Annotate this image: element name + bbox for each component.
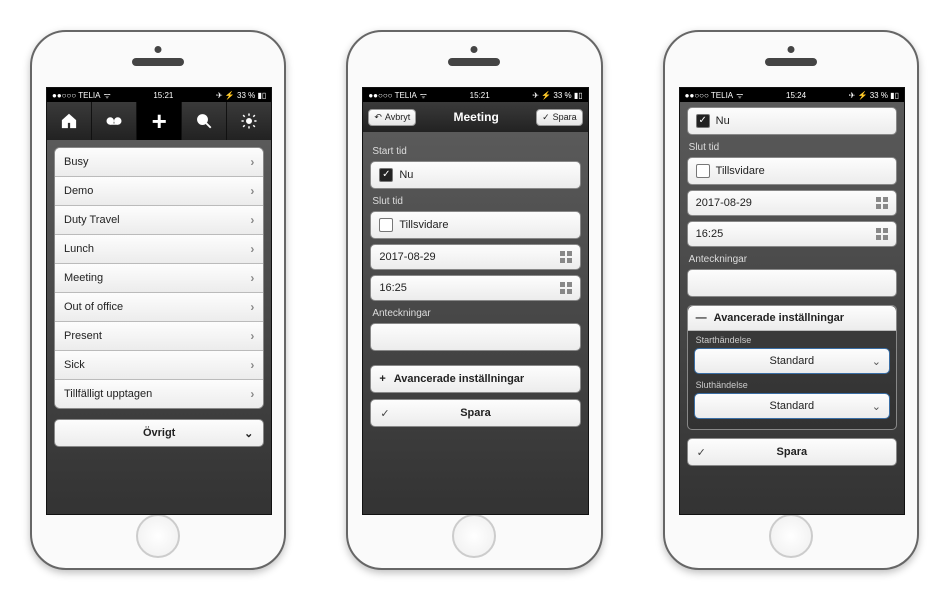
list-item[interactable]: Lunch›: [55, 235, 263, 264]
calendar-grid-icon: [876, 197, 888, 209]
list-item[interactable]: Demo›: [55, 177, 263, 206]
date-field[interactable]: 2017-08-29: [687, 190, 897, 216]
calendar-grid-icon: [560, 251, 572, 263]
checkbox-icon: [379, 218, 393, 232]
list-item[interactable]: Out of office›: [55, 293, 263, 322]
home-button[interactable]: [452, 514, 496, 558]
time-field[interactable]: 16:25: [687, 221, 897, 247]
home-button[interactable]: [769, 514, 813, 558]
calendar-grid-icon: [560, 282, 572, 294]
end-event-select[interactable]: Standard ⌄: [694, 393, 890, 419]
nav-bar: ↶Avbryt Meeting ✓Spara: [363, 102, 587, 132]
date-field[interactable]: 2017-08-29: [370, 244, 580, 270]
tab-search[interactable]: [182, 102, 227, 140]
tab-voicemail[interactable]: [92, 102, 137, 140]
check-icon: ✓: [697, 446, 706, 459]
save-button[interactable]: ✓ Spara: [370, 399, 580, 427]
plus-icon: +: [379, 373, 385, 385]
notes-label: Anteckningar: [372, 308, 578, 319]
chevron-down-icon: ⌄: [244, 427, 253, 440]
home-button[interactable]: [136, 514, 180, 558]
check-icon: ✓: [380, 407, 389, 420]
check-icon: ✓: [542, 112, 550, 123]
gear-icon: [240, 112, 258, 130]
phone-mockup-2: ●●○○○ TELIAᯤ 15:21 ✈ ⚡ 33 % ▮▯ ↶Avbryt M…: [346, 30, 602, 570]
status-bar: ●●○○○ TELIAᯤ 15:21 ✈ ⚡ 33 % ▮▯: [363, 88, 587, 102]
voicemail-icon: [105, 112, 123, 130]
start-event-label: Starthändelse: [696, 335, 888, 345]
checkbox-icon: ✓: [696, 114, 710, 128]
chevron-down-icon: ⌄: [872, 400, 881, 413]
end-event-label: Sluthändelse: [696, 380, 888, 390]
until-further-row[interactable]: Tillsvidare: [687, 157, 897, 185]
save-button-top[interactable]: ✓Spara: [536, 109, 583, 126]
advanced-toggle[interactable]: — Avancerade inställningar: [688, 306, 896, 331]
chevron-right-icon: ›: [250, 242, 254, 256]
phone-mockup-1: ●●○○○ TELIAᯤ 15:21 ✈ ⚡ 33 % ▮▯ + Busy› D…: [30, 30, 286, 570]
advanced-settings-panel: — Avancerade inställningar Starthändelse…: [687, 305, 897, 430]
calendar-grid-icon: [876, 228, 888, 240]
chevron-right-icon: ›: [250, 271, 254, 285]
page-title: Meeting: [453, 110, 498, 124]
other-dropdown[interactable]: Övrigt ⌄: [54, 419, 264, 447]
cancel-button[interactable]: ↶Avbryt: [368, 109, 416, 126]
list-item[interactable]: Duty Travel›: [55, 206, 263, 235]
chevron-right-icon: ›: [250, 358, 254, 372]
chevron-right-icon: ›: [250, 329, 254, 343]
minus-icon: —: [696, 312, 707, 324]
tab-settings[interactable]: [227, 102, 271, 140]
chevron-right-icon: ›: [250, 387, 254, 401]
plus-icon: +: [152, 108, 167, 134]
start-event-select[interactable]: Standard ⌄: [694, 348, 890, 374]
checkbox-icon: ✓: [379, 168, 393, 182]
activity-list: Busy› Demo› Duty Travel› Lunch› Meeting›…: [54, 147, 264, 409]
undo-icon: ↶: [374, 112, 382, 123]
status-bar: ●●○○○ TELIAᯤ 15:24 ✈ ⚡ 33 % ▮▯: [680, 88, 904, 102]
tab-add[interactable]: +: [137, 102, 182, 140]
chevron-right-icon: ›: [250, 213, 254, 227]
list-item[interactable]: Tillfälligt upptagen›: [55, 380, 263, 408]
time-field[interactable]: 16:25: [370, 275, 580, 301]
end-time-label: Slut tid: [689, 142, 895, 153]
phone-mockup-3: ●●○○○ TELIAᯤ 15:24 ✈ ⚡ 33 % ▮▯ ✓ Nu Slut…: [663, 30, 919, 570]
chevron-right-icon: ›: [250, 184, 254, 198]
until-further-row[interactable]: Tillsvidare: [370, 211, 580, 239]
start-time-label: Start tid: [372, 146, 578, 157]
now-checkbox-row[interactable]: ✓ Nu: [370, 161, 580, 189]
list-item[interactable]: Busy›: [55, 148, 263, 177]
chevron-right-icon: ›: [250, 300, 254, 314]
notes-input[interactable]: [687, 269, 897, 297]
notes-label: Anteckningar: [689, 254, 895, 265]
status-time: 15:24: [786, 91, 806, 100]
home-icon: [60, 112, 78, 130]
advanced-toggle[interactable]: + Avancerade inställningar: [370, 365, 580, 393]
now-checkbox-row[interactable]: ✓ Nu: [687, 107, 897, 135]
save-button[interactable]: ✓ Spara: [687, 438, 897, 466]
top-toolbar: +: [47, 102, 271, 140]
end-time-label: Slut tid: [372, 196, 578, 207]
status-bar: ●●○○○ TELIAᯤ 15:21 ✈ ⚡ 33 % ▮▯: [47, 88, 271, 102]
status-time: 15:21: [153, 91, 173, 100]
status-time: 15:21: [470, 91, 490, 100]
tab-home[interactable]: [47, 102, 92, 140]
search-icon: [195, 112, 213, 130]
notes-input[interactable]: [370, 323, 580, 351]
checkbox-icon: [696, 164, 710, 178]
chevron-right-icon: ›: [250, 155, 254, 169]
chevron-down-icon: ⌄: [872, 355, 881, 368]
list-item[interactable]: Meeting›: [55, 264, 263, 293]
list-item[interactable]: Sick›: [55, 351, 263, 380]
list-item[interactable]: Present›: [55, 322, 263, 351]
